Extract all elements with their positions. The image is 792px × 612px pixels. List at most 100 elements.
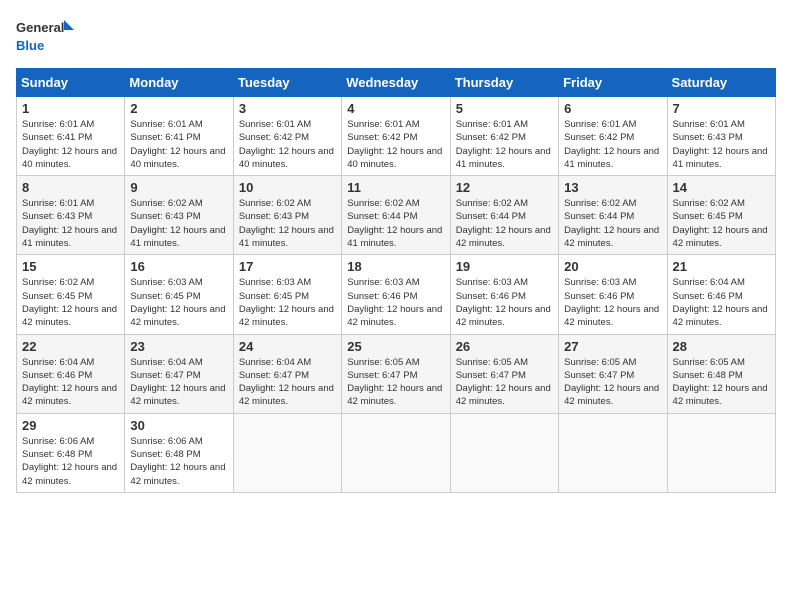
sunset-label: Sunset: 6:47 PM (130, 370, 200, 381)
sunset-label: Sunset: 6:46 PM (673, 291, 743, 302)
calendar-cell: 24 Sunrise: 6:04 AM Sunset: 6:47 PM Dayl… (233, 334, 341, 413)
sunrise-label: Sunrise: 6:01 AM (456, 119, 528, 130)
calendar-cell: 12 Sunrise: 6:02 AM Sunset: 6:44 PM Dayl… (450, 176, 558, 255)
day-number: 26 (456, 339, 553, 354)
col-thursday: Thursday (450, 69, 558, 97)
daylight-label: Daylight: 12 hours and 42 minutes. (130, 304, 225, 328)
day-info: Sunrise: 6:03 AM Sunset: 6:46 PM Dayligh… (564, 276, 661, 329)
day-info: Sunrise: 6:06 AM Sunset: 6:48 PM Dayligh… (22, 435, 119, 488)
generalblue-logo-icon: General Blue (16, 16, 76, 58)
day-number: 4 (347, 101, 444, 116)
col-monday: Monday (125, 69, 233, 97)
calendar-cell: 29 Sunrise: 6:06 AM Sunset: 6:48 PM Dayl… (17, 413, 125, 492)
sunset-label: Sunset: 6:42 PM (239, 132, 309, 143)
day-number: 25 (347, 339, 444, 354)
calendar-cell: 17 Sunrise: 6:03 AM Sunset: 6:45 PM Dayl… (233, 255, 341, 334)
calendar-week-row: 29 Sunrise: 6:06 AM Sunset: 6:48 PM Dayl… (17, 413, 776, 492)
calendar-cell: 5 Sunrise: 6:01 AM Sunset: 6:42 PM Dayli… (450, 97, 558, 176)
daylight-label: Daylight: 12 hours and 42 minutes. (673, 304, 768, 328)
day-number: 18 (347, 259, 444, 274)
sunrise-label: Sunrise: 6:02 AM (22, 277, 94, 288)
sunrise-label: Sunrise: 6:05 AM (564, 357, 636, 368)
day-info: Sunrise: 6:06 AM Sunset: 6:48 PM Dayligh… (130, 435, 227, 488)
day-number: 19 (456, 259, 553, 274)
day-number: 22 (22, 339, 119, 354)
day-info: Sunrise: 6:04 AM Sunset: 6:46 PM Dayligh… (22, 356, 119, 409)
day-info: Sunrise: 6:01 AM Sunset: 6:41 PM Dayligh… (130, 118, 227, 171)
daylight-label: Daylight: 12 hours and 42 minutes. (130, 383, 225, 407)
calendar-cell: 26 Sunrise: 6:05 AM Sunset: 6:47 PM Dayl… (450, 334, 558, 413)
day-number: 11 (347, 180, 444, 195)
day-number: 7 (673, 101, 770, 116)
day-info: Sunrise: 6:04 AM Sunset: 6:47 PM Dayligh… (239, 356, 336, 409)
day-info: Sunrise: 6:02 AM Sunset: 6:45 PM Dayligh… (22, 276, 119, 329)
sunrise-label: Sunrise: 6:01 AM (22, 198, 94, 209)
daylight-label: Daylight: 12 hours and 41 minutes. (456, 146, 551, 170)
daylight-label: Daylight: 12 hours and 41 minutes. (673, 146, 768, 170)
sunset-label: Sunset: 6:43 PM (130, 211, 200, 222)
daylight-label: Daylight: 12 hours and 42 minutes. (673, 383, 768, 407)
calendar-cell: 9 Sunrise: 6:02 AM Sunset: 6:43 PM Dayli… (125, 176, 233, 255)
sunset-label: Sunset: 6:45 PM (239, 291, 309, 302)
day-info: Sunrise: 6:01 AM Sunset: 6:43 PM Dayligh… (673, 118, 770, 171)
daylight-label: Daylight: 12 hours and 42 minutes. (22, 462, 117, 486)
calendar-cell: 4 Sunrise: 6:01 AM Sunset: 6:42 PM Dayli… (342, 97, 450, 176)
calendar-cell: 21 Sunrise: 6:04 AM Sunset: 6:46 PM Dayl… (667, 255, 775, 334)
day-number: 28 (673, 339, 770, 354)
sunrise-label: Sunrise: 6:01 AM (347, 119, 419, 130)
day-number: 16 (130, 259, 227, 274)
day-number: 17 (239, 259, 336, 274)
day-number: 13 (564, 180, 661, 195)
day-info: Sunrise: 6:04 AM Sunset: 6:47 PM Dayligh… (130, 356, 227, 409)
day-info: Sunrise: 6:03 AM Sunset: 6:46 PM Dayligh… (456, 276, 553, 329)
sunset-label: Sunset: 6:43 PM (673, 132, 743, 143)
sunrise-label: Sunrise: 6:05 AM (347, 357, 419, 368)
sunrise-label: Sunrise: 6:02 AM (673, 198, 745, 209)
day-info: Sunrise: 6:02 AM Sunset: 6:44 PM Dayligh… (347, 197, 444, 250)
sunset-label: Sunset: 6:48 PM (22, 449, 92, 460)
daylight-label: Daylight: 12 hours and 42 minutes. (347, 304, 442, 328)
sunset-label: Sunset: 6:42 PM (456, 132, 526, 143)
sunrise-label: Sunrise: 6:01 AM (564, 119, 636, 130)
svg-text:General: General (16, 20, 64, 35)
sunrise-label: Sunrise: 6:01 AM (22, 119, 94, 130)
calendar-cell: 16 Sunrise: 6:03 AM Sunset: 6:45 PM Dayl… (125, 255, 233, 334)
calendar-cell: 6 Sunrise: 6:01 AM Sunset: 6:42 PM Dayli… (559, 97, 667, 176)
calendar-cell (342, 413, 450, 492)
day-info: Sunrise: 6:03 AM Sunset: 6:45 PM Dayligh… (130, 276, 227, 329)
calendar-cell: 13 Sunrise: 6:02 AM Sunset: 6:44 PM Dayl… (559, 176, 667, 255)
sunrise-label: Sunrise: 6:03 AM (347, 277, 419, 288)
sunset-label: Sunset: 6:46 PM (456, 291, 526, 302)
col-sunday: Sunday (17, 69, 125, 97)
sunrise-label: Sunrise: 6:02 AM (239, 198, 311, 209)
day-info: Sunrise: 6:01 AM Sunset: 6:42 PM Dayligh… (239, 118, 336, 171)
sunset-label: Sunset: 6:44 PM (456, 211, 526, 222)
sunrise-label: Sunrise: 6:04 AM (22, 357, 94, 368)
calendar-cell: 10 Sunrise: 6:02 AM Sunset: 6:43 PM Dayl… (233, 176, 341, 255)
sunrise-label: Sunrise: 6:04 AM (239, 357, 311, 368)
svg-text:Blue: Blue (16, 38, 44, 53)
sunset-label: Sunset: 6:41 PM (22, 132, 92, 143)
calendar-cell: 7 Sunrise: 6:01 AM Sunset: 6:43 PM Dayli… (667, 97, 775, 176)
calendar-cell: 28 Sunrise: 6:05 AM Sunset: 6:48 PM Dayl… (667, 334, 775, 413)
daylight-label: Daylight: 12 hours and 42 minutes. (564, 383, 659, 407)
sunset-label: Sunset: 6:47 PM (564, 370, 634, 381)
daylight-label: Daylight: 12 hours and 41 minutes. (130, 225, 225, 249)
calendar-cell (667, 413, 775, 492)
sunset-label: Sunset: 6:41 PM (130, 132, 200, 143)
calendar-cell: 2 Sunrise: 6:01 AM Sunset: 6:41 PM Dayli… (125, 97, 233, 176)
day-number: 9 (130, 180, 227, 195)
day-info: Sunrise: 6:04 AM Sunset: 6:46 PM Dayligh… (673, 276, 770, 329)
daylight-label: Daylight: 12 hours and 42 minutes. (239, 304, 334, 328)
sunrise-label: Sunrise: 6:03 AM (239, 277, 311, 288)
calendar-cell: 23 Sunrise: 6:04 AM Sunset: 6:47 PM Dayl… (125, 334, 233, 413)
day-info: Sunrise: 6:03 AM Sunset: 6:45 PM Dayligh… (239, 276, 336, 329)
sunrise-label: Sunrise: 6:01 AM (130, 119, 202, 130)
day-info: Sunrise: 6:01 AM Sunset: 6:42 PM Dayligh… (456, 118, 553, 171)
day-info: Sunrise: 6:02 AM Sunset: 6:44 PM Dayligh… (564, 197, 661, 250)
sunset-label: Sunset: 6:47 PM (456, 370, 526, 381)
calendar-cell: 19 Sunrise: 6:03 AM Sunset: 6:46 PM Dayl… (450, 255, 558, 334)
sunset-label: Sunset: 6:47 PM (239, 370, 309, 381)
daylight-label: Daylight: 12 hours and 42 minutes. (22, 383, 117, 407)
daylight-label: Daylight: 12 hours and 41 minutes. (22, 225, 117, 249)
